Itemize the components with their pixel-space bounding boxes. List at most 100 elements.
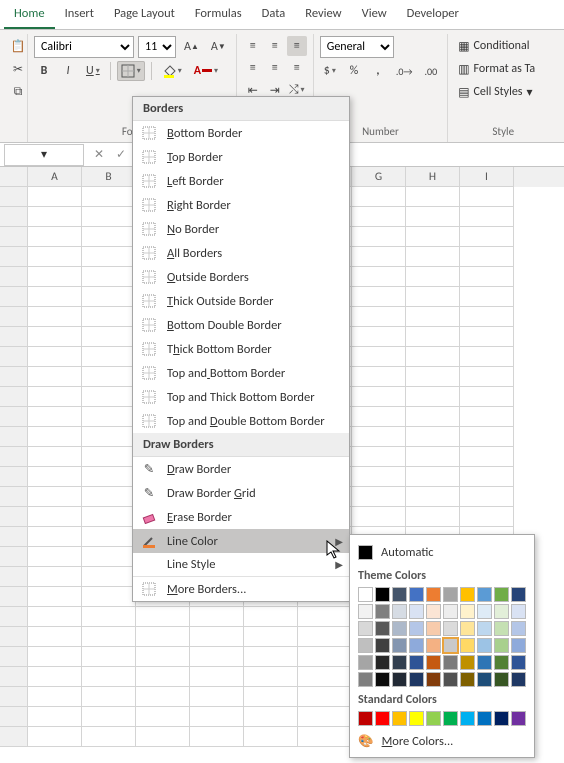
cell[interactable] bbox=[352, 227, 406, 247]
menu-item-top-and-thick-bottom-border[interactable]: Top and Thick Bottom Border bbox=[133, 385, 349, 409]
cell[interactable] bbox=[460, 447, 514, 467]
color-swatch[interactable] bbox=[460, 621, 475, 636]
cell[interactable] bbox=[28, 507, 82, 527]
cell[interactable] bbox=[28, 547, 82, 567]
name-box[interactable]: ▾ bbox=[4, 144, 84, 166]
cell[interactable] bbox=[190, 687, 244, 707]
color-swatch[interactable] bbox=[358, 604, 373, 619]
color-swatch[interactable] bbox=[392, 587, 407, 602]
cell[interactable] bbox=[136, 687, 190, 707]
color-swatch[interactable] bbox=[477, 655, 492, 670]
row-header[interactable] bbox=[0, 447, 28, 467]
shrink-font-button[interactable]: A▼ bbox=[207, 37, 230, 57]
color-swatch[interactable] bbox=[392, 655, 407, 670]
color-swatch[interactable] bbox=[460, 655, 475, 670]
color-swatch[interactable] bbox=[494, 587, 509, 602]
cell[interactable] bbox=[82, 687, 136, 707]
cell[interactable] bbox=[352, 507, 406, 527]
menu-item-outside-borders[interactable]: Outside Borders bbox=[133, 265, 349, 289]
color-swatch[interactable] bbox=[511, 587, 526, 602]
color-swatch[interactable] bbox=[477, 587, 492, 602]
cell[interactable] bbox=[406, 247, 460, 267]
cell[interactable] bbox=[136, 667, 190, 687]
cell[interactable] bbox=[406, 487, 460, 507]
cell[interactable] bbox=[406, 507, 460, 527]
cell[interactable] bbox=[190, 707, 244, 727]
menu-item-draw-border-grid[interactable]: ✎Draw Border Grid bbox=[133, 481, 349, 505]
row-header[interactable] bbox=[0, 187, 28, 207]
cell[interactable] bbox=[352, 267, 406, 287]
cell[interactable] bbox=[460, 307, 514, 327]
cell[interactable] bbox=[460, 367, 514, 387]
cell[interactable] bbox=[28, 527, 82, 547]
menu-item-left-border[interactable]: Left Border bbox=[133, 169, 349, 193]
cell[interactable] bbox=[28, 567, 82, 587]
menu-item-top-border[interactable]: Top Border bbox=[133, 145, 349, 169]
column-header[interactable]: A bbox=[28, 167, 82, 187]
color-swatch[interactable] bbox=[511, 604, 526, 619]
cell[interactable] bbox=[82, 427, 136, 447]
cell[interactable] bbox=[298, 607, 352, 627]
cell[interactable] bbox=[406, 467, 460, 487]
cell[interactable] bbox=[82, 487, 136, 507]
cell[interactable] bbox=[298, 627, 352, 647]
cell[interactable] bbox=[28, 347, 82, 367]
cell[interactable] bbox=[28, 707, 82, 727]
cell[interactable] bbox=[244, 667, 298, 687]
color-swatch[interactable] bbox=[443, 672, 458, 687]
color-swatch[interactable] bbox=[409, 638, 424, 653]
color-swatch[interactable] bbox=[375, 711, 390, 726]
row-header[interactable] bbox=[0, 547, 28, 567]
comma-button[interactable]: , bbox=[368, 61, 388, 81]
grow-font-button[interactable]: A▲ bbox=[180, 37, 203, 57]
align-mid-right[interactable]: ≡ bbox=[287, 58, 307, 78]
align-top-right[interactable]: ≡ bbox=[287, 36, 307, 56]
tab-data[interactable]: Data bbox=[252, 2, 296, 29]
cell[interactable] bbox=[28, 687, 82, 707]
font-name-select[interactable]: Calibri bbox=[34, 36, 134, 58]
row-header[interactable] bbox=[0, 327, 28, 347]
cell[interactable] bbox=[244, 687, 298, 707]
color-swatch[interactable] bbox=[460, 711, 475, 726]
column-header[interactable]: H bbox=[406, 167, 460, 187]
row-header[interactable] bbox=[0, 487, 28, 507]
menu-item-right-border[interactable]: Right Border bbox=[133, 193, 349, 217]
cell[interactable] bbox=[28, 387, 82, 407]
number-format-select[interactable]: General bbox=[320, 36, 394, 58]
cell[interactable] bbox=[190, 647, 244, 667]
cell[interactable] bbox=[82, 387, 136, 407]
underline-button[interactable]: U▾ bbox=[82, 61, 104, 81]
color-swatch[interactable] bbox=[477, 621, 492, 636]
cell[interactable] bbox=[28, 287, 82, 307]
cell[interactable] bbox=[82, 627, 136, 647]
cell[interactable] bbox=[298, 667, 352, 687]
accounting-button[interactable]: $▾ bbox=[320, 61, 340, 81]
cell[interactable] bbox=[28, 647, 82, 667]
cell[interactable] bbox=[28, 727, 82, 747]
cell[interactable] bbox=[28, 247, 82, 267]
color-swatch[interactable] bbox=[426, 621, 441, 636]
fill-color-button[interactable]: ▾ bbox=[158, 61, 186, 81]
column-header[interactable]: G bbox=[352, 167, 406, 187]
color-swatch[interactable] bbox=[426, 638, 441, 653]
row-header[interactable] bbox=[0, 727, 28, 747]
cell[interactable] bbox=[352, 307, 406, 327]
cell[interactable] bbox=[28, 667, 82, 687]
color-swatch[interactable] bbox=[392, 672, 407, 687]
row-header[interactable] bbox=[0, 667, 28, 687]
cell[interactable] bbox=[244, 607, 298, 627]
cell[interactable] bbox=[28, 627, 82, 647]
color-swatch[interactable] bbox=[358, 711, 373, 726]
copy-button[interactable]: ⧉ bbox=[8, 82, 28, 102]
cell[interactable] bbox=[352, 447, 406, 467]
cell[interactable] bbox=[82, 187, 136, 207]
bold-button[interactable]: B bbox=[34, 61, 54, 81]
cell[interactable] bbox=[82, 607, 136, 627]
decrease-decimal[interactable]: .00 bbox=[421, 61, 442, 81]
column-header[interactable]: B bbox=[82, 167, 136, 187]
color-swatch[interactable] bbox=[375, 587, 390, 602]
cell[interactable] bbox=[244, 647, 298, 667]
cell[interactable] bbox=[82, 727, 136, 747]
color-swatch[interactable] bbox=[375, 621, 390, 636]
cell[interactable] bbox=[406, 407, 460, 427]
